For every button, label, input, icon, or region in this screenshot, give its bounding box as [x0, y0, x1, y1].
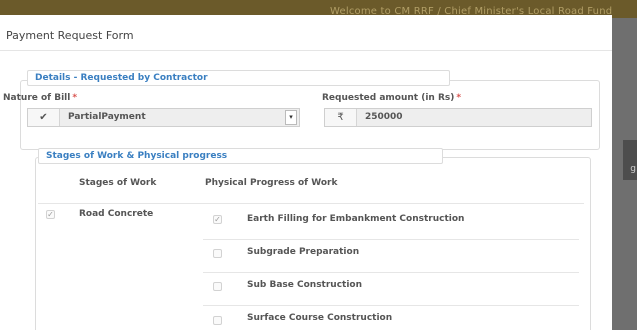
- stages-legend: Stages of Work & Physical progress: [38, 148, 443, 164]
- nature-required-marker: *: [72, 93, 78, 103]
- background-side-panel: [623, 140, 637, 180]
- progress-divider: [203, 305, 579, 306]
- checkmark-icon: ✔: [28, 109, 60, 126]
- progress-earth-filling-checkbox[interactable]: ✓: [213, 215, 222, 224]
- requested-amount-label: Requested amount (in Rs) *: [322, 93, 462, 103]
- stages-column-header: Stages of Work: [79, 178, 157, 188]
- progress-subgrade-label: Subgrade Preparation: [247, 247, 360, 257]
- requested-amount-input[interactable]: ₹ 250000: [324, 108, 592, 127]
- payment-request-modal: Payment Request Form Details - Requested…: [0, 15, 612, 330]
- progress-divider: [203, 272, 579, 273]
- nature-of-bill-select[interactable]: ✔ PartialPayment ▾: [27, 108, 300, 127]
- progress-sub-base-label: Sub Base Construction: [247, 280, 363, 290]
- nature-of-bill-label: Nature of Bill *: [3, 93, 78, 103]
- stage-road-concrete-checkbox[interactable]: ✓: [46, 210, 55, 219]
- progress-sub-base-checkbox[interactable]: [213, 282, 222, 291]
- rupee-icon: ₹: [325, 109, 357, 126]
- dropdown-arrow-icon[interactable]: ▾: [285, 110, 297, 125]
- modal-header: Payment Request Form: [0, 15, 612, 51]
- background-side-letter: g: [630, 164, 636, 174]
- progress-column-header: Physical Progress of Work: [205, 178, 338, 188]
- progress-surface-course-checkbox[interactable]: [213, 316, 222, 325]
- progress-divider: [203, 239, 579, 240]
- amount-required-marker: *: [456, 93, 462, 103]
- progress-earth-filling-label: Earth Filling for Embankment Constructio…: [247, 214, 465, 224]
- details-legend: Details - Requested by Contractor: [27, 70, 450, 86]
- progress-surface-course-label: Surface Course Construction: [247, 313, 393, 323]
- requested-amount-value: 250000: [365, 112, 403, 122]
- progress-subgrade-checkbox[interactable]: [213, 249, 222, 258]
- nature-of-bill-value: PartialPayment: [68, 112, 146, 122]
- modal-title: Payment Request Form: [6, 29, 134, 42]
- stage-road-concrete-label: Road Concrete: [79, 209, 154, 219]
- header-divider: [38, 203, 584, 204]
